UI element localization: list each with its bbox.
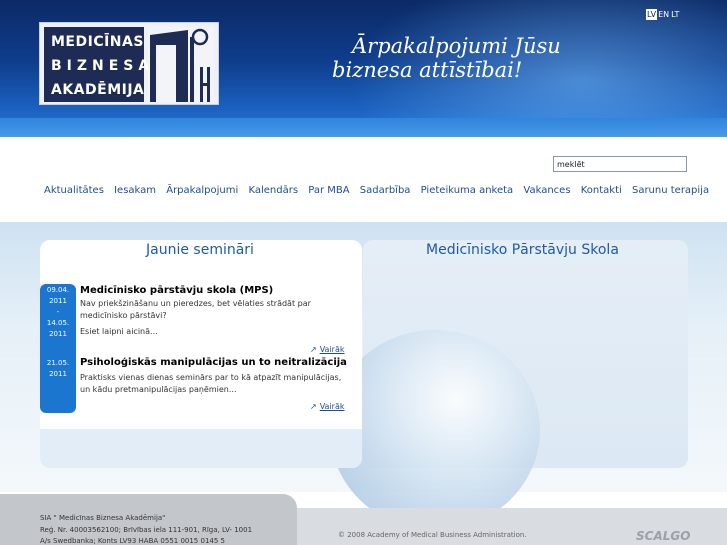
language-switcher: LV EN LT — [646, 9, 680, 20]
nav-item-arpakalpojumi[interactable]: Ārpakalpojumi — [166, 185, 238, 196]
text-line: Praktisks vienas dienas seminārs par to … — [80, 373, 342, 382]
nav-item-iesakam[interactable]: Iesakam — [114, 185, 156, 196]
date-line: 2011 — [49, 370, 67, 378]
more-arrow-icon: ↗ — [310, 345, 317, 354]
seminar-2-date: 21.05. 2011 — [40, 358, 76, 380]
more-arrow-icon: ↗ — [310, 402, 317, 411]
date-line: 14.05. — [46, 319, 70, 327]
header-band — [0, 118, 727, 137]
site-logo[interactable]: MEDICĪNAS BIZNESA AKADĒMIJA — [39, 22, 219, 105]
footer-bank: A/s Swedbanka; Konts LV93 HABA 0551 0015… — [40, 537, 225, 545]
header-slogan: Ārpakalpojumi Jūsu biznesa attīstībai! — [332, 34, 561, 82]
search-input[interactable] — [553, 156, 687, 172]
seminar-1-more-link[interactable]: ↗ Vairāk — [310, 345, 345, 354]
lang-lt[interactable]: LT — [670, 9, 680, 20]
left-panel-footer — [40, 429, 362, 468]
seminar-2-more-link[interactable]: ↗ Vairāk — [310, 402, 345, 411]
date-line: 2011 — [49, 297, 67, 305]
slogan-line-1: Ārpakalpojumi Jūsu — [352, 34, 561, 58]
footer-brand-logo[interactable]: SCALGO — [636, 529, 690, 543]
nav-item-sadarbiba[interactable]: Sadarbība — [360, 185, 411, 196]
main-navigation: Aktualitātes Iesakam Ārpakalpojumi Kalen… — [44, 185, 716, 196]
date-line: 09.04. — [46, 286, 70, 294]
nav-item-sarunu-terapija[interactable]: Sarunu terapija — [632, 185, 709, 196]
date-line: 21.05. — [46, 359, 70, 367]
left-panel — [40, 240, 362, 468]
slogan-line-2: biznesa attīstībai! — [332, 58, 523, 82]
text-line: medicīnisko pārstāvi? — [80, 311, 167, 320]
nav-item-pieteikuma-anketa[interactable]: Pieteikuma anketa — [421, 185, 514, 196]
seminar-1-date: 09.04. 2011 - 14.05. 2011 — [40, 285, 76, 340]
site-header: MEDICĪNAS BIZNESA AKADĒMIJA Ārpakalpojum… — [0, 0, 727, 137]
seminar-2-title[interactable]: Psiholoģiskās manipulācijas un to neitra… — [80, 357, 347, 368]
seminar-1-text: Nav priekšzināšanu un pieredzes, bet vēl… — [80, 298, 350, 338]
logo-line-1: MEDICĪNAS — [51, 34, 144, 50]
date-line: 2011 — [49, 330, 67, 338]
seminars-title: Jaunie semināri — [146, 242, 254, 258]
logo-line-3: AKADĒMIJA — [51, 82, 145, 98]
logo-line-2: BIZNESA — [51, 58, 155, 74]
nav-item-aktualitates[interactable]: Aktualitātes — [44, 185, 104, 196]
more-label: Vairāk — [319, 402, 345, 411]
logo-building-graphic — [148, 27, 214, 102]
nav-item-vakances[interactable]: Vakances — [523, 185, 570, 196]
footer-company-name: SIA " Medicīnas Biznesa Akadēmija" — [40, 514, 166, 522]
date-line: - — [56, 308, 60, 316]
text-line: Nav priekšzināšanu un pieredzes, bet vēl… — [80, 299, 311, 308]
text-line: Esiet laipni aicinā... — [80, 327, 158, 336]
lang-lv[interactable]: LV — [646, 9, 658, 20]
school-title[interactable]: Medicīnisko Pārstāvju Skola — [426, 242, 619, 258]
footer-registration: Reģ. Nr. 40003562100; Brīvības iela 111-… — [40, 526, 253, 534]
lang-en[interactable]: EN — [657, 9, 670, 20]
seminar-1-title[interactable]: Medicīnisko pārstāvju skola (MPS) — [80, 285, 273, 296]
logo-text-box: MEDICĪNAS BIZNESA AKADĒMIJA — [44, 27, 149, 102]
footer-copyright: © 2008 Academy of Medical Business Admin… — [338, 531, 527, 539]
nav-item-kontakti[interactable]: Kontakti — [581, 185, 622, 196]
nav-item-kalendars[interactable]: Kalendārs — [248, 185, 298, 196]
more-label: Vairāk — [319, 345, 345, 354]
text-line: un kādu pretmanipulācijas paņēmien... — [80, 385, 237, 394]
nav-item-par-mba[interactable]: Par MBA — [308, 185, 349, 196]
seminar-2-text: Praktisks vienas dienas seminārs par to … — [80, 372, 350, 396]
